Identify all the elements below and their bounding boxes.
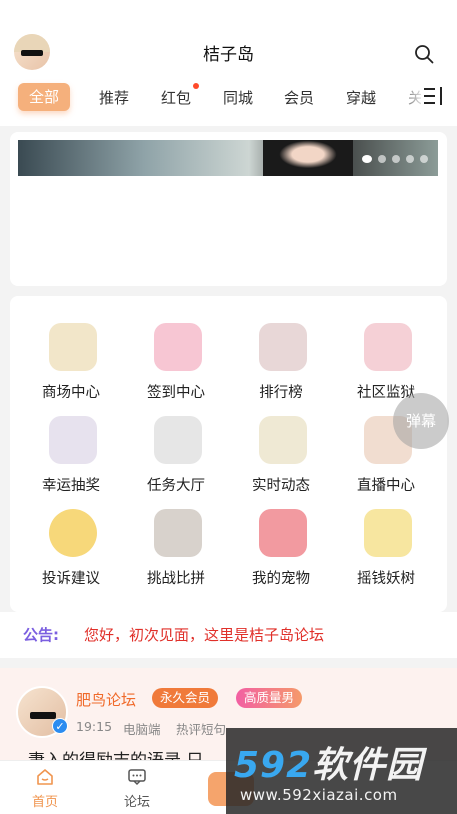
- post-author-name[interactable]: 肥鸟论坛: [76, 689, 136, 710]
- watermark-url: www.592xiazai.com: [240, 786, 398, 804]
- watermark-brand: 592软件园: [234, 736, 423, 788]
- chat-icon: [128, 769, 146, 786]
- pager-dot: [378, 155, 386, 163]
- nav-forum[interactable]: 论坛: [107, 761, 167, 814]
- nav-forum-label: 论坛: [123, 795, 150, 810]
- avatar-sunglasses: [30, 712, 56, 719]
- pager-dot: [392, 155, 400, 163]
- grid-item-label: 挑战比拼: [147, 571, 205, 587]
- grid-item-label: 投诉建议: [42, 571, 100, 587]
- banner-pager: [362, 148, 434, 163]
- tab-red-packet[interactable]: 红包: [161, 87, 191, 108]
- banner-figure: [263, 140, 353, 176]
- vip-badge: 永久会员: [152, 688, 219, 708]
- grid-item-label: 签到中心: [147, 385, 205, 401]
- girl-chibi-icon: [259, 323, 307, 371]
- grid-item-label: 商场中心: [42, 385, 100, 401]
- tab-member[interactable]: 会员: [284, 87, 314, 108]
- grid-item-mall[interactable]: 商场中心: [21, 323, 121, 415]
- grid-item-checkin[interactable]: 签到中心: [126, 323, 226, 415]
- search-icon[interactable]: [414, 44, 434, 64]
- watermark-brand-num: 592: [234, 745, 313, 786]
- post-tag: 热评短句: [176, 722, 227, 737]
- tab-travel[interactable]: 穿越: [346, 87, 376, 108]
- pink-monster-icon: [259, 509, 307, 557]
- grid-item-label: 我的宠物: [252, 571, 310, 587]
- announcement-text: 您好，初次见面，这里是桔子岛论坛: [84, 626, 325, 644]
- grid-item-label: 摇钱妖树: [357, 571, 415, 587]
- grid-item-feedback[interactable]: 投诉建议: [21, 509, 121, 601]
- pager-dot: [362, 155, 372, 163]
- tab-all[interactable]: 全部: [18, 83, 70, 111]
- white-bird-icon: [49, 416, 97, 464]
- top-header: 桔子岛 全部 推荐 红包 同城 会员 穿越 关: [0, 0, 457, 126]
- grid-item-challenge[interactable]: 挑战比拼: [126, 509, 226, 601]
- verified-icon: ✓: [52, 718, 68, 734]
- pink-rabbit-icon: [154, 323, 202, 371]
- meme-fan-icon: [259, 416, 307, 464]
- grid-item-label: 幸运抽奖: [42, 478, 100, 494]
- pager-dot: [420, 155, 428, 163]
- grid-item-label: 直播中心: [357, 478, 415, 494]
- grid-item-label: 实时动态: [252, 478, 310, 494]
- pager-dot: [406, 155, 414, 163]
- tab-same-city[interactable]: 同城: [223, 87, 253, 108]
- grid-item-live-feed[interactable]: 实时动态: [231, 416, 331, 508]
- grid-item-tasks[interactable]: 任务大厅: [126, 416, 226, 508]
- yellow-smile-icon: [49, 509, 97, 557]
- grid-item-label: 任务大厅: [147, 478, 205, 494]
- announcement-label: 公告:: [23, 626, 59, 644]
- home-icon: [37, 769, 53, 785]
- nav-home-label: 首页: [31, 795, 58, 810]
- red-packet-dot: [193, 83, 199, 89]
- grid-item-pet[interactable]: 我的宠物: [231, 509, 331, 601]
- post-time: 19:15: [76, 719, 113, 734]
- announcement-bar[interactable]: 公告: 您好，初次见面，这里是桔子岛论坛: [0, 612, 457, 658]
- tab-recommend[interactable]: 推荐: [99, 87, 129, 108]
- watermark-brand-cn: 软件园: [312, 745, 424, 786]
- page-title: 桔子岛: [203, 45, 254, 65]
- anime-guy-icon: [154, 509, 202, 557]
- grid-item-lottery[interactable]: 幸运抽奖: [21, 416, 121, 508]
- grid-item-money-tree[interactable]: 摇钱妖树: [336, 509, 436, 601]
- post-device: 电脑端: [123, 722, 161, 737]
- nav-home[interactable]: 首页: [15, 761, 75, 814]
- gold-blast-icon: [364, 509, 412, 557]
- quality-badge: 高质量男: [236, 688, 303, 708]
- bear-wine-icon: [49, 323, 97, 371]
- danmu-button[interactable]: 弹幕: [393, 393, 449, 449]
- grid-item-label: 排行榜: [259, 385, 303, 401]
- grid-item-ranking[interactable]: 排行榜: [231, 323, 331, 415]
- tabs-menu-icon[interactable]: [421, 84, 447, 108]
- category-tabs: 全部 推荐 红包 同城 会员 穿越 关: [0, 80, 457, 116]
- meme-face-icon: [154, 416, 202, 464]
- pink-hair-icon: [364, 323, 412, 371]
